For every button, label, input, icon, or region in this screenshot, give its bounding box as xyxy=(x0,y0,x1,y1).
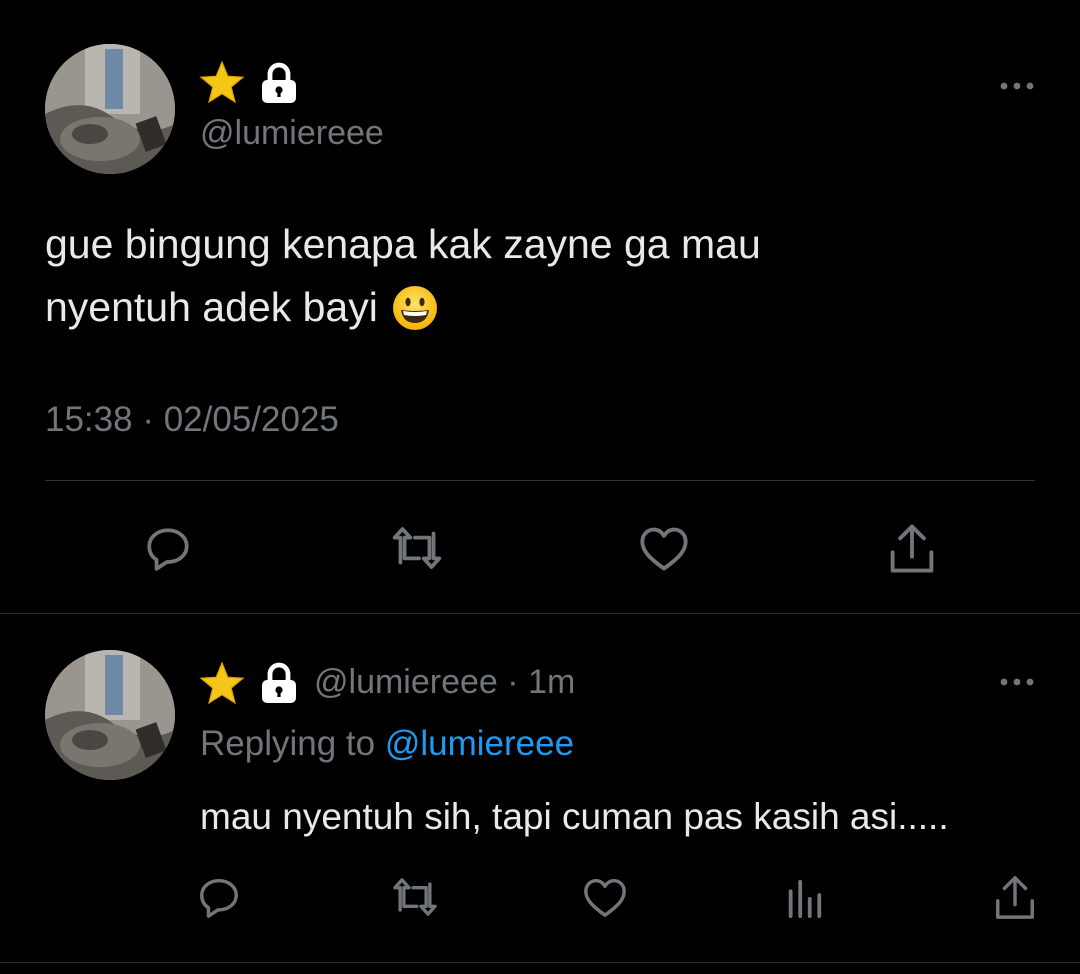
separator-dot: · xyxy=(507,663,519,701)
avatar[interactable] xyxy=(45,44,175,174)
reply-text: mau nyentuh sih, tapi cuman pas kasih as… xyxy=(200,796,949,837)
retweet-icon xyxy=(392,527,442,569)
reply-avatar[interactable] xyxy=(45,650,175,780)
avatar-photo xyxy=(45,650,175,780)
share-icon xyxy=(890,524,934,573)
tweet-text: gue bingung kenapa kak zayne ga mau nyen… xyxy=(45,213,1035,339)
lock-icon xyxy=(260,62,298,109)
avatar-photo xyxy=(45,44,175,174)
star-icon xyxy=(198,60,246,111)
reply-icon xyxy=(200,878,238,918)
lock-icon xyxy=(260,662,298,709)
date-text: 02/05/2025 xyxy=(163,400,339,439)
retweet-button[interactable] xyxy=(385,520,449,576)
star-icon xyxy=(198,661,246,712)
share-button[interactable] xyxy=(990,870,1040,924)
timestamp[interactable]: 15:38 · 02/05/2025 xyxy=(45,400,339,440)
reply-author-handle[interactable]: @lumiereee xyxy=(314,663,498,701)
tweet-text-segment: nyentuh adek bayi xyxy=(45,284,378,330)
replying-to-handle-link[interactable]: @lumiereee xyxy=(385,724,574,763)
tweet-text-line: nyentuh adek bayi xyxy=(45,276,1035,339)
like-button[interactable] xyxy=(636,520,692,576)
divider xyxy=(0,613,1080,614)
retweet-icon xyxy=(393,878,437,916)
reply-icon xyxy=(147,528,189,571)
reply-author-meta: @lumiereee · 1m xyxy=(314,663,575,702)
separator-dot: · xyxy=(142,400,154,439)
reply-button[interactable] xyxy=(140,520,196,576)
like-icon xyxy=(584,878,626,917)
like-icon xyxy=(640,527,688,571)
divider xyxy=(45,480,1035,481)
more-options-icon[interactable] xyxy=(998,78,1038,99)
views-button[interactable] xyxy=(782,872,826,922)
share-icon xyxy=(996,876,1034,919)
time-text: 15:38 xyxy=(45,400,133,439)
retweet-button[interactable] xyxy=(388,872,442,922)
reply-age[interactable]: 1m xyxy=(528,663,575,701)
reply-button[interactable] xyxy=(194,872,244,922)
views-icon xyxy=(788,879,822,918)
more-options-icon[interactable] xyxy=(998,674,1038,695)
tweet-text-line: gue bingung kenapa kak zayne ga mau xyxy=(45,221,761,267)
replying-to-prefix: Replying to xyxy=(200,724,385,763)
grinning-face-icon xyxy=(392,285,438,331)
author-handle[interactable]: @lumiereee xyxy=(200,114,384,153)
replying-to: Replying to @lumiereee xyxy=(200,724,574,764)
like-button[interactable] xyxy=(580,872,630,922)
share-button[interactable] xyxy=(884,518,940,578)
divider xyxy=(0,962,1080,963)
